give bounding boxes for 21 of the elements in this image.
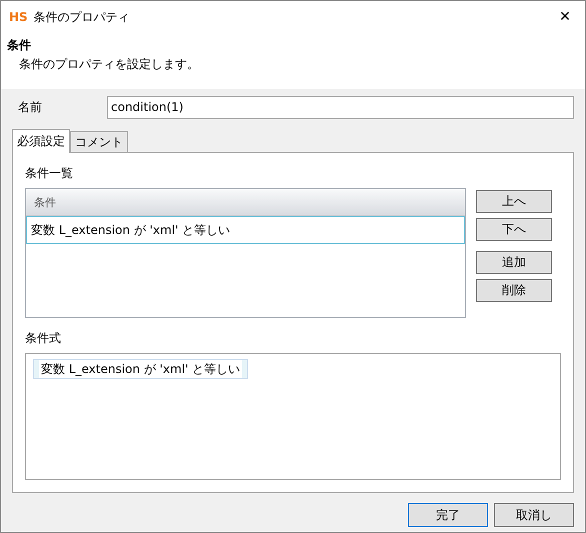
list-button[interactable]: 下へ [476,218,552,241]
list-row[interactable]: 変数 L_extension が 'xml' と等しい [26,216,465,244]
header-title: 条件 [6,37,32,54]
app-logo: HS [9,10,28,24]
section-label: 条件一覧 [25,165,74,182]
list-button[interactable]: 削除 [476,279,552,302]
name-field[interactable]: condition(1) [107,96,574,118]
list-button[interactable]: 追加 [476,251,552,274]
dialog-button[interactable]: 取消し [494,503,574,527]
dialog-button[interactable]: 完了 [408,503,488,527]
tab[interactable]: コメント [70,131,128,153]
name-label: 名前 [17,98,43,116]
window-title: 条件のプロパティ [34,8,130,26]
expression-token[interactable]: 変数 L_extension が 'xml' と等しい [34,360,248,378]
close-button[interactable]: ✕ [545,9,585,25]
header-description: 条件のプロパティを設定します。 [18,56,200,73]
tab[interactable]: 必須設定 [12,129,70,153]
column-header[interactable]: 条件 [26,189,465,216]
section-label: 条件式 [25,330,62,347]
list-button[interactable]: 上へ [476,190,552,213]
expression-box[interactable]: 変数 L_extension が 'xml' と等しい [25,353,561,480]
